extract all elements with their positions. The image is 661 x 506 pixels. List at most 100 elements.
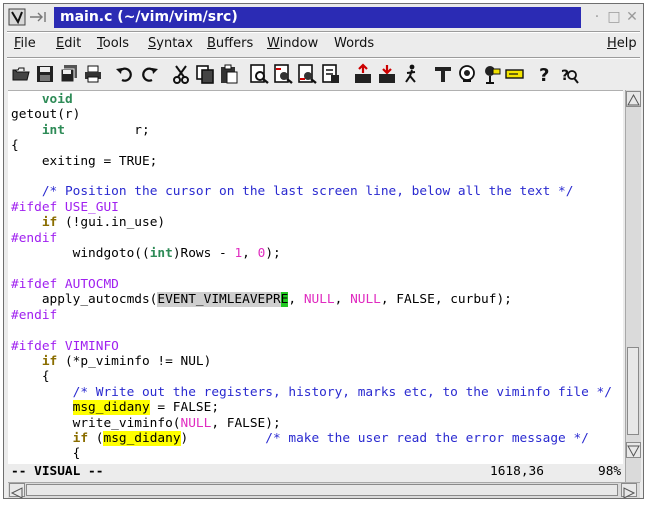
code-token: ( (88, 430, 104, 446)
paste-icon[interactable] (218, 63, 240, 85)
horizontal-scroll-thumb[interactable] (26, 484, 618, 496)
code-token: void (41, 92, 73, 107)
code-text[interactable]: voidgetout(r) int r;{ exiting = TRUE;​ /… (11, 92, 612, 462)
code-line[interactable]: apply_autocmds(EVENT_VIMLEAVEPRE, NULL, … (11, 292, 612, 308)
code-line[interactable]: void (11, 92, 612, 107)
menu-file[interactable]: File (14, 35, 36, 53)
menu-buffers[interactable]: Buffers (207, 35, 253, 53)
code-line[interactable]: #endif (11, 231, 612, 246)
shell-icon[interactable] (504, 63, 526, 85)
horizontal-scrollbar[interactable] (8, 482, 640, 498)
undo-icon[interactable] (114, 63, 136, 85)
help-icon[interactable]: ? (534, 63, 556, 85)
replace-icon[interactable] (320, 63, 342, 85)
code-token: )Rows - (172, 246, 235, 262)
code-line[interactable]: write_viminfo(NULL, FALSE); (11, 416, 612, 431)
cut-icon[interactable] (170, 63, 192, 85)
code-line[interactable]: #ifdef USE_GUI (11, 200, 612, 215)
code-token: r; (64, 122, 150, 138)
menu-window[interactable]: Window (267, 35, 318, 53)
scroll-down-arrow-icon[interactable] (626, 442, 641, 458)
menu-tools[interactable]: Tools (97, 35, 129, 53)
code-line[interactable]: #ifdef AUTOCMD (11, 277, 612, 292)
menu-words[interactable]: Words (334, 35, 374, 53)
find-next-icon[interactable] (272, 63, 294, 85)
maximize-icon[interactable]: □ (606, 9, 622, 25)
code-token: if (41, 215, 58, 231)
jump-tag-icon[interactable] (480, 63, 502, 85)
mode-indicator: -- VISUAL -- (11, 464, 104, 479)
menu-bar: File Edit Tools Syntax Buffers Window Wo… (4, 32, 643, 56)
code-line[interactable]: { (11, 446, 612, 461)
save-session-icon[interactable] (376, 63, 398, 85)
code-line[interactable]: int r; (11, 123, 612, 138)
code-token: #ifdef USE_GUI (11, 199, 119, 215)
run-script-icon[interactable] (400, 63, 422, 85)
find-help-icon[interactable]: ? (558, 63, 580, 85)
redo-icon[interactable] (138, 63, 160, 85)
code-token: /* make the user read the error message … (265, 430, 589, 446)
code-token: msg_didany (72, 400, 150, 416)
code-token: msg_didany (103, 430, 181, 446)
vertical-scroll-thumb[interactable] (627, 347, 639, 435)
editor-area[interactable]: voidgetout(r) int r;{ exiting = TRUE;​ /… (8, 90, 623, 465)
code-token: int (41, 122, 65, 138)
code-line[interactable]: ​ (11, 323, 612, 338)
code-line[interactable]: windgoto((int)Rows - 1, 0); (11, 246, 612, 261)
find-icon[interactable] (248, 63, 270, 85)
code-line[interactable]: ​ (11, 261, 612, 276)
code-line[interactable]: if (!gui.in_use) (11, 215, 612, 230)
load-session-icon[interactable] (352, 63, 374, 85)
scroll-right-arrow-icon[interactable] (621, 483, 637, 498)
open-icon[interactable] (10, 63, 32, 85)
code-line[interactable]: #ifdef VIMINFO (11, 339, 612, 354)
print-icon[interactable] (82, 63, 104, 85)
save-all-icon[interactable] (58, 63, 80, 85)
code-token: #endif (11, 307, 58, 323)
menu-syntax[interactable]: Syntax (148, 35, 193, 53)
code-token: EVENT_VIMLEAVEPR (157, 292, 281, 308)
window-menu-icon[interactable] (8, 7, 50, 27)
code-line[interactable]: { (11, 369, 612, 384)
code-token: { (11, 369, 50, 385)
cursor-position: 1618,36 (490, 464, 544, 479)
find-prev-icon[interactable] (296, 63, 318, 85)
code-line[interactable]: #endif (11, 308, 612, 323)
copy-icon[interactable] (194, 63, 216, 85)
code-token: NULL (303, 292, 335, 308)
menu-help[interactable]: Help (607, 35, 637, 53)
title-bar[interactable]: main.c (~/vim/vim/src) · □ ✕ (4, 4, 643, 30)
scroll-up-arrow-icon[interactable] (626, 91, 641, 107)
close-icon[interactable]: ✕ (624, 9, 640, 25)
code-line[interactable]: if (*p_viminfo != NUL) (11, 354, 612, 369)
code-token: ); (265, 246, 281, 262)
code-line[interactable]: /* Write out the registers, history, mar… (11, 385, 612, 400)
code-token: , FALSE, curbuf); (380, 292, 512, 308)
code-token: 1 (234, 246, 243, 262)
save-icon[interactable] (34, 63, 56, 85)
vertical-scrollbar[interactable] (625, 90, 641, 482)
make-icon[interactable] (432, 63, 454, 85)
file-percent: 98% (598, 464, 622, 479)
code-token: { (11, 446, 81, 462)
code-line[interactable]: getout(r) (11, 107, 612, 122)
code-line[interactable]: ​ (11, 169, 612, 184)
code-token: int (149, 246, 173, 262)
code-token: exiting = TRUE; (11, 153, 158, 169)
code-token: NULL (180, 415, 212, 431)
code-line[interactable]: exiting = TRUE; (11, 154, 612, 169)
code-line[interactable]: if (msg_didany) /* make the user read th… (11, 430, 612, 446)
minimize-icon[interactable]: · (589, 9, 605, 25)
code-line[interactable]: /* Position the cursor on the last scree… (11, 184, 612, 199)
code-token: NULL (350, 292, 381, 308)
code-line[interactable]: { (11, 138, 612, 153)
scroll-left-arrow-icon[interactable] (9, 483, 25, 498)
code-line[interactable]: msg_didany = FALSE; (11, 400, 612, 416)
menu-edit[interactable]: Edit (56, 35, 81, 53)
build-tags-icon[interactable] (456, 63, 478, 85)
vim-window: main.c (~/vim/vim/src) · □ ✕ File Edit T… (3, 3, 644, 499)
code-token: , (334, 292, 351, 308)
